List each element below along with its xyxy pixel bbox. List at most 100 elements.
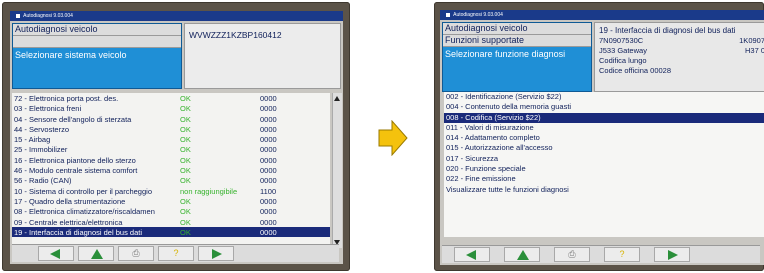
system-code: 0000 <box>260 104 277 114</box>
app-icon <box>16 13 20 18</box>
function-row[interactable]: 015 - Autorizzazione all'accesso <box>444 143 764 153</box>
system-code: 0000 <box>260 207 277 217</box>
header-panel: Autodiagnosi veicolo Funzioni supportate… <box>442 22 592 92</box>
up-button[interactable] <box>78 246 114 261</box>
system-code: 0000 <box>260 155 277 165</box>
system-name: 16 - Elettronica piantone dello sterzo <box>14 155 136 165</box>
system-code: 0000 <box>260 145 277 155</box>
system-row[interactable]: 09 - Centrale elettrica/elettronica OK 000… <box>12 217 330 227</box>
selection-highlight <box>280 226 328 237</box>
left-screen: Autodiagnosi 9.03.004 Autodiagnosi veico… <box>10 11 343 264</box>
print-button[interactable]: ⎙ <box>554 247 590 262</box>
window-titlebar: Autodiagnosi 9.03.004 <box>10 11 343 21</box>
function-row[interactable]: 022 - Fine emissione <box>444 174 764 184</box>
system-list: 72 - Elettronica porta post. des. OK 0000 0… <box>12 93 330 248</box>
system-name: 08 - Elettronica climatizzatore/riscalda… <box>14 207 155 217</box>
system-name: 44 - Servosterzo <box>14 124 70 134</box>
system-status: OK <box>180 217 191 227</box>
print-button[interactable]: ⎙ <box>118 246 154 261</box>
vehicle-info-panel: WVWZZZ1KZBP160412 <box>184 23 341 89</box>
back-button[interactable] <box>38 246 74 261</box>
help-icon: ? <box>173 248 179 258</box>
system-status: OK <box>180 166 191 176</box>
system-row[interactable]: 10 - Sistema di controllo per il parcheg… <box>12 186 330 196</box>
system-status: OK <box>180 135 191 145</box>
scrollbar[interactable] <box>332 93 342 248</box>
system-status: non raggiungibile <box>180 186 238 196</box>
toolbar: ⎙ ? <box>442 245 760 263</box>
system-code: 0000 <box>260 124 277 134</box>
function-row[interactable]: 017 - Sicurezza <box>444 154 764 164</box>
header-subtitle <box>13 36 181 48</box>
transition-arrow-icon <box>378 120 408 156</box>
right-screen: Autodiagnosi 9.03.004 Autodiagnosi veico… <box>440 10 764 265</box>
system-code: 0000 <box>260 135 277 145</box>
function-row[interactable]: 011 - Valori di misurazione <box>444 123 764 133</box>
system-name: 72 - Elettronica porta post. des. <box>14 94 119 103</box>
system-code: 0000 <box>260 196 277 206</box>
system-code: 1100 <box>260 186 277 196</box>
forward-arrow-icon <box>668 250 678 260</box>
hw-version: H37 0 <box>744 46 764 55</box>
up-button[interactable] <box>504 247 540 262</box>
system-row[interactable]: 56 - Radio (CAN) OK 0000 <box>12 175 330 185</box>
function-list: 002 - Identificazione (Servizio $22) 004 … <box>444 92 764 237</box>
gateway-label: J533 Gateway H37 0 <box>595 46 764 56</box>
system-status: OK <box>180 104 191 114</box>
system-row[interactable]: 44 - Servosterzo OK 0000 <box>12 124 330 134</box>
coding-type: Codifica lungo <box>599 56 647 65</box>
control-unit-name: 19 - Interfaccia di diagnosi del bus dat… <box>599 26 736 35</box>
forward-button[interactable] <box>198 246 234 261</box>
system-row[interactable]: 15 - Airbag OK 0000 <box>12 134 330 144</box>
function-row[interactable]: 014 - Adattamento completo <box>444 133 764 143</box>
forward-button[interactable] <box>654 247 690 262</box>
app-icon <box>446 12 450 17</box>
part-number-left: 7N0907530C <box>599 36 644 45</box>
system-code: 0000 <box>260 176 277 186</box>
system-code: 0000 <box>260 94 277 103</box>
toolbar: ⎙ ? <box>12 244 339 262</box>
system-name: 10 - Sistema di controllo per il parcheg… <box>14 186 152 196</box>
part-number-right: 1K0907 <box>739 36 764 45</box>
system-row[interactable]: 46 - Modulo centrale sistema comfort OK 00… <box>12 165 330 175</box>
window-titlebar: Autodiagnosi 9.03.004 <box>440 10 764 20</box>
help-icon: ? <box>619 249 625 259</box>
print-icon: ⎙ <box>132 248 140 258</box>
system-row[interactable]: 72 - Elettronica porta post. des. OK 0000 <box>12 93 330 103</box>
vin-text: WVWZZZ1KZBP160412 <box>189 30 282 40</box>
back-arrow-icon <box>466 250 476 260</box>
system-code: 0000 <box>260 114 277 124</box>
function-row[interactable]: 020 - Funzione speciale <box>444 164 764 174</box>
system-row[interactable]: 19 - Interfaccia di diagnosi del bus dat… <box>12 226 330 238</box>
system-row[interactable]: 03 - Elettronica freni OK 0000 <box>12 103 330 113</box>
system-name: 46 - Modulo centrale sistema comfort <box>14 166 138 176</box>
system-status: OK <box>180 227 191 237</box>
system-status: OK <box>180 155 191 165</box>
print-icon: ⎙ <box>568 249 576 259</box>
left-monitor: Autodiagnosi 9.03.004 Autodiagnosi veico… <box>2 2 350 271</box>
header-title: Autodiagnosi veicolo <box>13 24 181 36</box>
system-status: OK <box>180 94 191 103</box>
system-row[interactable]: 16 - Elettronica piantone dello sterzo OK… <box>12 155 330 165</box>
function-row[interactable]: 004 - Contenuto della memoria guasti <box>444 102 764 112</box>
system-status: OK <box>180 145 191 155</box>
scroll-up-icon[interactable] <box>334 96 340 101</box>
function-row[interactable]: 002 - Identificazione (Servizio $22) <box>444 92 764 102</box>
system-row[interactable]: 25 - Immobilizer OK 0000 <box>12 144 330 154</box>
system-row[interactable]: 04 - Sensore dell'angolo di sterzata OK 00… <box>12 114 330 124</box>
back-button[interactable] <box>454 247 490 262</box>
system-name: 56 - Radio (CAN) <box>14 176 72 186</box>
help-button[interactable]: ? <box>158 246 194 261</box>
workshop-code: Codice officina 00028 <box>599 66 671 75</box>
help-button[interactable]: ? <box>604 247 640 262</box>
system-name: 19 - Interfaccia di diagnosi del bus dat… <box>14 227 142 237</box>
system-row[interactable]: 08 - Elettronica climatizzatore/riscalda… <box>12 206 330 216</box>
header-subtitle: Funzioni supportate <box>443 35 591 47</box>
header-panel: Autodiagnosi veicolo Selezionare sistema… <box>12 23 182 89</box>
function-row[interactable]: 008 - Codifica (Servizio $22) <box>444 112 764 123</box>
function-row[interactable]: Visualizzare tutte le funzioni diagnosi <box>444 185 764 195</box>
system-name: 15 - Airbag <box>14 135 51 145</box>
window-title: Autodiagnosi 9.03.004 <box>23 13 73 19</box>
system-row[interactable]: 17 - Quadro della strumentazione OK 0000 <box>12 196 330 206</box>
system-code: 0000 <box>260 227 277 237</box>
